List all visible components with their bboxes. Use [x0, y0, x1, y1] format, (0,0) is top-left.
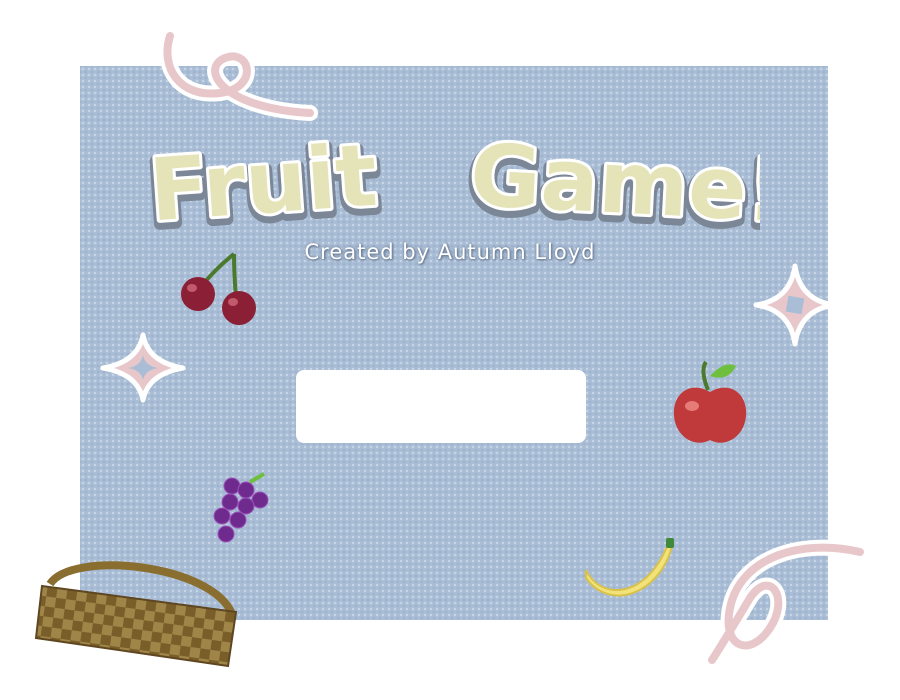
banana-icon [585, 538, 674, 597]
game-title: Fruit Fruit Game! Game! [141, 123, 760, 238]
sparkle-right-icon [753, 263, 837, 347]
start-button[interactable] [296, 370, 586, 443]
game-credit: Created by Autumn Lloyd [304, 240, 596, 264]
cherries-icon [181, 252, 256, 325]
apple-icon [673, 360, 747, 443]
title-word-fruit: Fruit [146, 126, 380, 238]
title-word-game: Game! [468, 126, 760, 238]
swirl-top-left-icon [159, 28, 318, 121]
basket-icon [34, 561, 238, 668]
title-screen: Fruit Fruit Game! Game! Created by Autum… [0, 0, 900, 700]
sparkle-left-icon [100, 332, 186, 403]
swirl-bottom-right-icon [704, 539, 868, 668]
grapes-icon [213, 472, 269, 543]
